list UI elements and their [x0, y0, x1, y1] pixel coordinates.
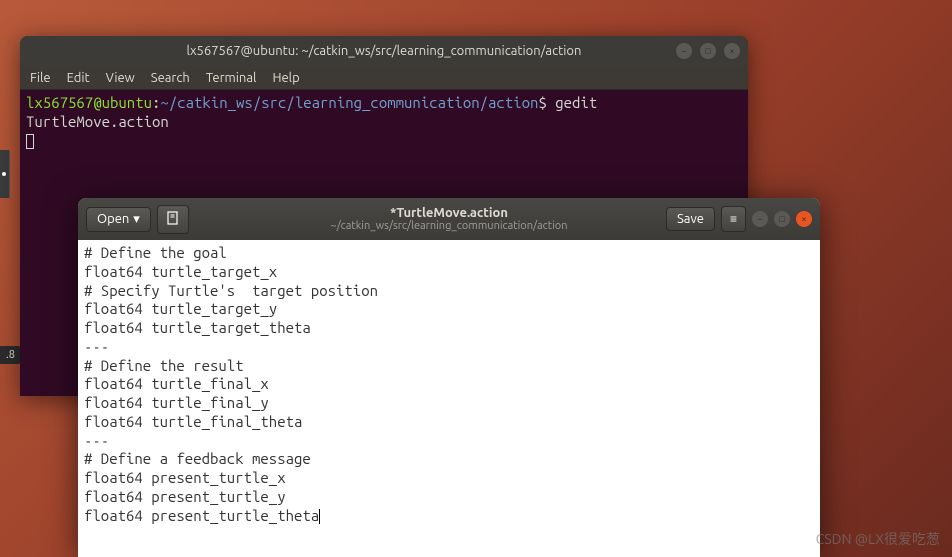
close-button[interactable]: ×	[724, 43, 740, 59]
dock-running-indicator	[2, 172, 6, 176]
hamburger-icon: ≡	[730, 213, 737, 226]
dock-item[interactable]	[0, 150, 10, 198]
gedit-title: *TurtleMove.action	[331, 206, 568, 220]
open-button-label: Open	[97, 212, 129, 226]
new-document-icon	[166, 211, 180, 225]
terminal-menubar: File Edit View Search Terminal Help	[20, 66, 748, 90]
hamburger-menu-button[interactable]: ≡	[721, 206, 746, 232]
watermark: CSDN @LX很爱吃葱	[816, 529, 940, 549]
desktop-version-badge: .8	[0, 346, 21, 364]
save-button[interactable]: Save	[666, 207, 715, 231]
gedit-maximize-button[interactable]: □	[774, 211, 790, 227]
terminal-cursor	[26, 134, 34, 149]
gedit-right-toolbar: Save ≡ – □ ×	[666, 206, 812, 232]
menu-search[interactable]: Search	[151, 71, 190, 85]
terminal-body[interactable]: lx567567@ubuntu:~/catkin_ws/src/learning…	[20, 90, 748, 154]
menu-view[interactable]: View	[106, 71, 135, 85]
gedit-content: # Define the goal float64 turtle_target_…	[84, 244, 378, 524]
gedit-minimize-button[interactable]: –	[752, 211, 768, 227]
save-button-label: Save	[677, 212, 704, 226]
gedit-close-button[interactable]: ×	[796, 211, 812, 227]
gedit-text-area[interactable]: # Define the goal float64 turtle_target_…	[78, 240, 820, 529]
terminal-title: lx567567@ubuntu: ~/catkin_ws/src/learnin…	[187, 44, 582, 58]
gedit-subtitle: ~/catkin_ws/src/learning_communication/a…	[331, 220, 568, 232]
menu-edit[interactable]: Edit	[67, 71, 90, 85]
open-button[interactable]: Open ▾	[86, 207, 151, 232]
prompt-dollar: $	[538, 94, 546, 111]
prompt-path: ~/catkin_ws/src/learning_communication/a…	[160, 94, 538, 111]
maximize-button[interactable]: □	[700, 43, 716, 59]
gedit-title-area: *TurtleMove.action ~/catkin_ws/src/learn…	[331, 206, 568, 232]
menu-file[interactable]: File	[30, 71, 51, 85]
new-tab-button[interactable]	[157, 205, 189, 234]
text-cursor	[319, 509, 320, 524]
menu-help[interactable]: Help	[272, 71, 299, 85]
terminal-window-controls: – □ ×	[676, 43, 740, 59]
gedit-headerbar[interactable]: Open ▾ *TurtleMove.action ~/catkin_ws/sr…	[78, 198, 820, 240]
terminal-titlebar[interactable]: lx567567@ubuntu: ~/catkin_ws/src/learnin…	[20, 36, 748, 66]
gedit-left-toolbar: Open ▾	[86, 205, 189, 234]
prompt-user-host: lx567567@ubuntu	[26, 94, 152, 111]
gedit-window: Open ▾ *TurtleMove.action ~/catkin_ws/sr…	[78, 198, 820, 557]
chevron-down-icon: ▾	[133, 212, 140, 227]
menu-terminal[interactable]: Terminal	[206, 71, 257, 85]
minimize-button[interactable]: –	[676, 43, 692, 59]
